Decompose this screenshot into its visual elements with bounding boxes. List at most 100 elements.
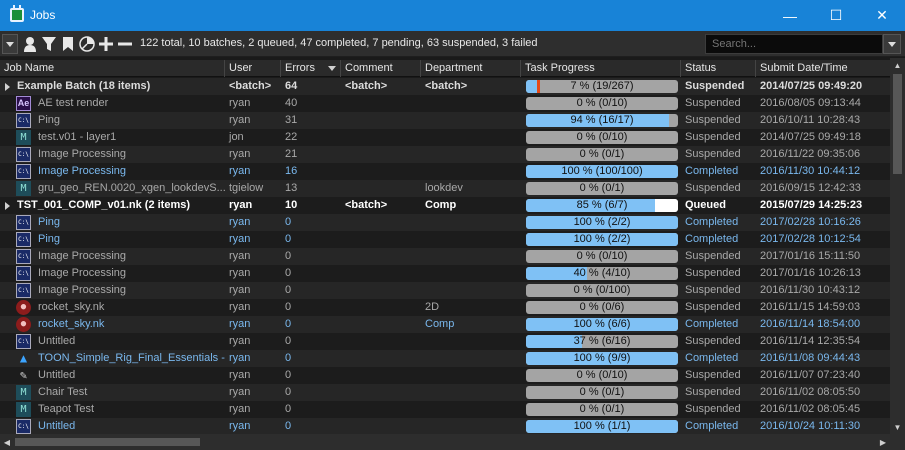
progress-bar: 37 % (6/16) [526, 335, 678, 348]
errors-cell: 13 [285, 182, 298, 194]
department-cell [421, 248, 521, 265]
search-dropdown-button[interactable] [883, 34, 901, 54]
table-row[interactable]: C:\ Untitled ryan 0 Completed 2016/10/24 10:1… [0, 418, 890, 434]
command-icon: C:\ [16, 215, 31, 230]
menu-dropdown-button[interactable] [2, 34, 18, 54]
batch-row[interactable]: TST_001_COMP_v01.nk (2 items) ryan 10 <batc… [0, 197, 890, 214]
errors-cell: 0 [285, 420, 292, 432]
vertical-scroll-thumb[interactable] [893, 74, 902, 174]
header-comment[interactable]: Comment [341, 60, 421, 77]
errors-cell: 0 [285, 284, 292, 296]
table-row[interactable]: ● rocket_sky.nk ryan 0 2D Suspended 2016/11/15… [0, 299, 890, 316]
table-row[interactable]: C:\ Image Processing ryan 0 Suspended 2017/01… [0, 265, 890, 282]
pie-chart-button[interactable] [78, 34, 96, 54]
command-icon: C:\ [16, 147, 31, 162]
vertical-scrollbar[interactable]: ▲ ▼ [890, 58, 905, 434]
comment-cell [341, 333, 421, 350]
user-cell: ryan [229, 352, 251, 364]
filter-button[interactable] [40, 34, 58, 54]
user-cell: ryan [229, 386, 251, 398]
department-cell [421, 265, 521, 282]
job-name-cell: Ae AE test render [0, 95, 225, 112]
submit-date-cell: 2016/11/30 10:43:12 [760, 284, 861, 296]
submit-date-cell: 2016/11/15 14:59:03 [760, 301, 861, 313]
horizontal-scroll-thumb[interactable] [15, 438, 200, 446]
table-row[interactable]: ✎ Untitled ryan 0 Suspended 2016/11/07 07:23:… [0, 367, 890, 384]
command-icon: C:\ [16, 334, 31, 349]
maya-icon: M [16, 130, 31, 145]
table-row[interactable]: M Chair Test ryan 0 Suspended 2016/11/02 08:0… [0, 384, 890, 401]
header-errors[interactable]: Errors [281, 60, 341, 77]
submit-date-cell: 2014/07/25 09:49:18 [760, 131, 861, 143]
errors-cell: 0 [285, 267, 292, 279]
header-submit-date[interactable]: Submit Date/Time [756, 60, 890, 77]
errors-cell: 0 [285, 352, 292, 364]
scroll-down-arrow-icon[interactable]: ▼ [890, 420, 905, 434]
table-row[interactable]: ▲ TOON_Simple_Rig_Final_Essentials -... ry… [0, 350, 890, 367]
table-row[interactable]: Mtest.v01 - layer1 jon 22 Suspended 2014/07/… [0, 129, 890, 146]
task-progress-cell: 100 % (2/2) [521, 214, 681, 231]
app-icon [10, 5, 24, 22]
progress-bar: 0 % (0/1) [526, 182, 678, 195]
minimize-button[interactable]: — [767, 0, 813, 31]
submit-date-cell: 2015/07/29 14:25:23 [760, 199, 863, 211]
comment-cell [341, 231, 421, 248]
department-cell [421, 367, 521, 384]
table-row[interactable]: C:\ Image Processing ryan 0 Suspended 2016/11… [0, 282, 890, 299]
errors-cell: 40 [285, 97, 298, 109]
user-filter-button[interactable] [21, 34, 39, 54]
table-row[interactable]: Mgru_geo_REN.0020_xgen_lookdevS... tgielo… [0, 180, 890, 197]
progress-bar: 100 % (100/100) [526, 165, 678, 178]
task-progress-cell: 40 % (4/10) [521, 265, 681, 282]
bookmark-button[interactable] [59, 34, 77, 54]
table-row[interactable]: Ae AE test render ryan 40 Suspended 2016/08/0… [0, 95, 890, 112]
progress-bar: 40 % (4/10) [526, 267, 678, 280]
table-row[interactable]: M Teapot Test ryan 0 Suspended 2016/11/02 08:… [0, 401, 890, 418]
errors-cell: 0 [285, 301, 292, 313]
scroll-right-arrow-icon[interactable]: ▶ [876, 434, 890, 450]
expand-arrow-icon[interactable] [5, 83, 10, 91]
scroll-left-arrow-icon[interactable]: ◀ [0, 434, 14, 450]
status-cell: Completed [685, 216, 739, 228]
progress-bar: 0 % (0/6) [526, 301, 678, 314]
department-cell [421, 146, 521, 163]
header-user[interactable]: User [225, 60, 281, 77]
scroll-up-arrow-icon[interactable]: ▲ [890, 58, 905, 72]
errors-cell: 10 [285, 199, 298, 211]
search-input[interactable] [705, 34, 883, 54]
progress-bar: 0 % (0/1) [526, 148, 678, 161]
status-cell: Queued [685, 199, 726, 211]
department-cell [421, 214, 521, 231]
user-cell: ryan [229, 114, 251, 126]
job-name-cell: C:\ Image Processing [0, 163, 225, 180]
user-cell: ryan [229, 420, 251, 432]
header-department[interactable]: Department [421, 60, 521, 77]
job-name-cell: C:\ Image Processing [0, 248, 225, 265]
header-job-name[interactable]: Job Name [0, 60, 225, 77]
job-name: Teapot Test [38, 403, 95, 415]
command-icon: C:\ [16, 249, 31, 264]
table-row[interactable]: C:\ Untitled ryan 0 Suspended 2016/11/14 12:3… [0, 333, 890, 350]
horizontal-scrollbar[interactable]: ◀ ▶ [0, 434, 890, 450]
department-cell [421, 282, 521, 299]
table-row[interactable]: C:\ Image Processing ryan 21 Suspended 2016/1… [0, 146, 890, 163]
expand-arrow-icon[interactable] [5, 202, 10, 210]
remove-button[interactable] [116, 34, 134, 54]
table-row[interactable]: C:\ Ping ryan 0 Completed 2017/02/28 10:12:54… [0, 231, 890, 248]
maximize-button[interactable]: ☐ [813, 0, 859, 31]
user-cell: ryan [229, 250, 251, 262]
submit-date-cell: 2016/11/14 18:54:00 [760, 318, 861, 330]
add-button[interactable] [97, 34, 115, 54]
table-row[interactable]: C:\ Image Processing ryan 0 Suspended 2017/01… [0, 248, 890, 265]
job-name-cell: C:\ Image Processing [0, 265, 225, 282]
table-row[interactable]: C:\ Ping ryan 31 Suspended 2016/10/11 10:28:4… [0, 112, 890, 129]
tool-icon: ✎ [19, 368, 28, 382]
header-status[interactable]: Status [681, 60, 756, 77]
task-progress-cell: 0 % (0/1) [521, 384, 681, 401]
table-row[interactable]: ● rocket_sky.nk ryan 0 Comp Completed 2016/11/… [0, 316, 890, 333]
header-task-progress[interactable]: Task Progress [521, 60, 681, 77]
close-button[interactable]: ✕ [859, 0, 905, 31]
table-row[interactable]: C:\ Image Processing ryan 16 Completed 2016/1… [0, 163, 890, 180]
batch-row[interactable]: Example Batch (18 items) <batch> 64 <batch>… [0, 78, 890, 95]
table-row[interactable]: C:\ Ping ryan 0 Completed 2017/02/28 10:16:26… [0, 214, 890, 231]
